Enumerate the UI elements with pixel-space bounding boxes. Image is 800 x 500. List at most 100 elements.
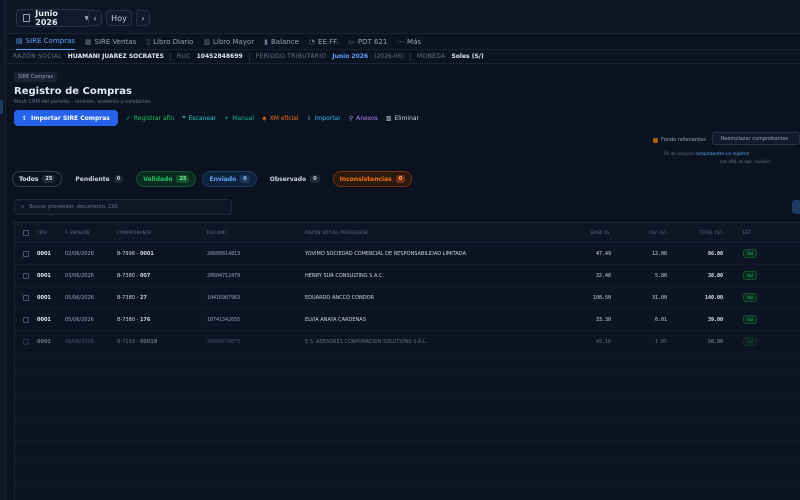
cell-serie: B-7380 (117, 294, 135, 301)
table-row[interactable]: 0001 05/06/2026 B-7380 - 27 10416987963 … (15, 287, 800, 309)
tab-libro-diario[interactable]: ▯ Libro Diario (146, 34, 193, 50)
cell-igv: 5.80 (654, 272, 667, 279)
period-selector[interactable]: Junio 2026 ▼ (16, 9, 90, 27)
checkbox-icon (23, 316, 29, 323)
delete-button[interactable]: ▥ Eliminar (386, 115, 419, 122)
cell-igv: 6.01 (654, 316, 667, 323)
today-button[interactable]: Hoy (106, 10, 132, 26)
cell-igv: 1.05 (654, 338, 667, 345)
cell-ruc: 10416987963 (207, 294, 241, 301)
prev-period-button[interactable]: ‹ (88, 10, 102, 26)
cell-base: 49.16 (595, 338, 611, 345)
scan-button[interactable]: ⌗ Escanear (182, 114, 216, 122)
tab-libro-mayor[interactable]: ▥ Libro Mayor (203, 34, 254, 50)
tab-label: PDT 621 (357, 37, 388, 46)
book-icon: ▯ (146, 37, 151, 46)
attachments-button[interactable]: ⚲ Anexos (349, 115, 378, 122)
tab-label: Libro Mayor (212, 37, 255, 46)
filter-count: 0 (113, 175, 124, 183)
cell-numero: 0001 (139, 250, 154, 257)
filter-observado[interactable]: Observado 0 (263, 171, 327, 187)
select-all-checkbox[interactable] (15, 229, 37, 236)
cell-total: 39.00 (707, 316, 723, 323)
receipt-icon: ▦ (84, 37, 92, 46)
row-checkbox[interactable] (15, 294, 37, 301)
cell-comprobante: B-7159 - 00018 (117, 338, 158, 345)
tab-sire-compras[interactable]: ▤ SIRE Compras (16, 34, 75, 50)
filter-validado[interactable]: Validado 25 (136, 171, 197, 187)
status-badge: Val (743, 293, 757, 302)
calendar-icon (23, 14, 31, 22)
cell-base: 108.50 (592, 294, 611, 301)
taxpayer-info-bar: RAZÓN SOCIAL HUAMANI JUAREZ SOCRATES RUC… (6, 50, 800, 64)
module-tabs: ▤ SIRE Compras ▦ SIRE Ventas ▯ Libro Diario… (6, 34, 800, 50)
xml-button[interactable]: ◈ XM eficial (262, 115, 299, 122)
cell-total: 50.00 (707, 338, 723, 345)
filter-label: Validado (143, 175, 173, 183)
upload-icon: ⇪ (22, 114, 28, 122)
action-label: Escanear (188, 114, 217, 122)
cell-tipo: 0001 (37, 272, 51, 279)
tab-balance[interactable]: ▮ Balance (264, 34, 299, 50)
register-button[interactable]: ✓ Registrar afín (126, 115, 174, 122)
rail-active-marker (0, 100, 3, 114)
tab-sire-ventas[interactable]: ▦ SIRE Ventas (85, 34, 136, 50)
import-sire-button[interactable]: ⇪ Importar SIRE Compras (14, 110, 118, 126)
page-subtitle: Mock CRM del periodo - revisión, sustent… (14, 99, 151, 105)
replace-vouchers-button[interactable]: Reemplazar comprobantes (712, 132, 800, 145)
tab-pdt-621[interactable]: ▭ PDT 621 (348, 34, 387, 50)
periodo-value: Junio 2026 (332, 53, 369, 60)
cell-razon: E.S. ASESORES CORPORACION SOLUTIONS S.R.… (305, 338, 428, 345)
row-checkbox[interactable] (15, 272, 37, 279)
col-igv[interactable]: IGV (S/) (617, 230, 673, 235)
filter-enviado[interactable]: Enviado 0 (202, 171, 257, 187)
check-icon: ✓ (125, 114, 131, 122)
col-base[interactable]: BASE IG. (543, 230, 617, 235)
table-row[interactable]: 0001 06/06/2026 B-7159 - 00018 206047290… (15, 331, 800, 353)
filter-count: 25 (42, 175, 56, 183)
xml-icon: ◈ (262, 114, 267, 122)
cell-numero: 176 (139, 316, 151, 323)
col-estado[interactable]: EST. (729, 230, 789, 235)
table-row[interactable]: 0001 03/06/2026 B-7380 - 007 20604712479… (15, 265, 800, 287)
tab-eeff[interactable]: ◔ EE.FF. (309, 34, 338, 50)
filter-count: 0 (395, 175, 406, 183)
next-period-button[interactable]: › (136, 10, 150, 26)
cell-razon: HENRY SUR CONSULTING S.A.C. (305, 272, 384, 279)
table-header: TIPO F. EMISIÓN COMPROBANTE RUC/DNI RAZÓ… (15, 223, 800, 243)
cell-fecha: 05/06/2026 (65, 316, 94, 323)
table-row[interactable]: 0001 05/06/2026 B-7380 - 176 10741342655… (15, 309, 800, 331)
table-row[interactable]: 0001 02/06/2026 B-7998 - 0001 2060081481… (15, 243, 800, 265)
col-comprobante[interactable]: COMPROBANTE (117, 230, 207, 235)
col-razon-social[interactable]: RAZÓN SOCIAL PROVEEDOR (305, 230, 543, 235)
side-action-button[interactable] (792, 200, 800, 214)
cell-total: 140.00 (704, 294, 723, 301)
col-tipo[interactable]: TIPO (37, 230, 65, 235)
filter-todos[interactable]: Todos 25 (12, 171, 63, 187)
filter-inconsistencias[interactable]: Inconsistencias 0 (332, 171, 413, 187)
col-ruc[interactable]: RUC/DNI (207, 230, 305, 235)
empty-row (15, 441, 800, 463)
search-input[interactable] (29, 204, 220, 210)
manual-button[interactable]: + Manual (224, 115, 254, 122)
filter-pendiente[interactable]: Pendiente 0 (68, 171, 130, 187)
row-checkbox[interactable] (15, 316, 37, 323)
action-label: Anexos (356, 114, 378, 122)
import-button[interactable]: ⇩ Importar (307, 115, 341, 122)
cell-igv: 31.00 (651, 294, 667, 301)
cell-serie: B-7159 (117, 338, 135, 345)
checkbox-icon (653, 137, 658, 143)
file-icon: ▭ (348, 37, 355, 46)
row-checkbox[interactable] (15, 338, 37, 345)
note-link[interactable]: comprobantes sin registrar (695, 151, 749, 156)
tab-mas[interactable]: ··· Más (397, 34, 421, 50)
cell-comprobante: B-7380 - 007 (117, 272, 151, 279)
fill-checkbox[interactable]: Fondo rellenantes (653, 137, 706, 143)
periodo-code: (2026-06) (374, 53, 404, 60)
col-fecha[interactable]: F. EMISIÓN (65, 230, 117, 235)
col-total[interactable]: TOTAL (S/) (673, 230, 729, 235)
tab-label: SIRE Ventas (94, 37, 137, 46)
row-checkbox[interactable] (15, 250, 37, 257)
tab-label: Balance (270, 37, 299, 46)
cell-razon: ELVIA ANAYA CARDENAS (305, 316, 366, 323)
